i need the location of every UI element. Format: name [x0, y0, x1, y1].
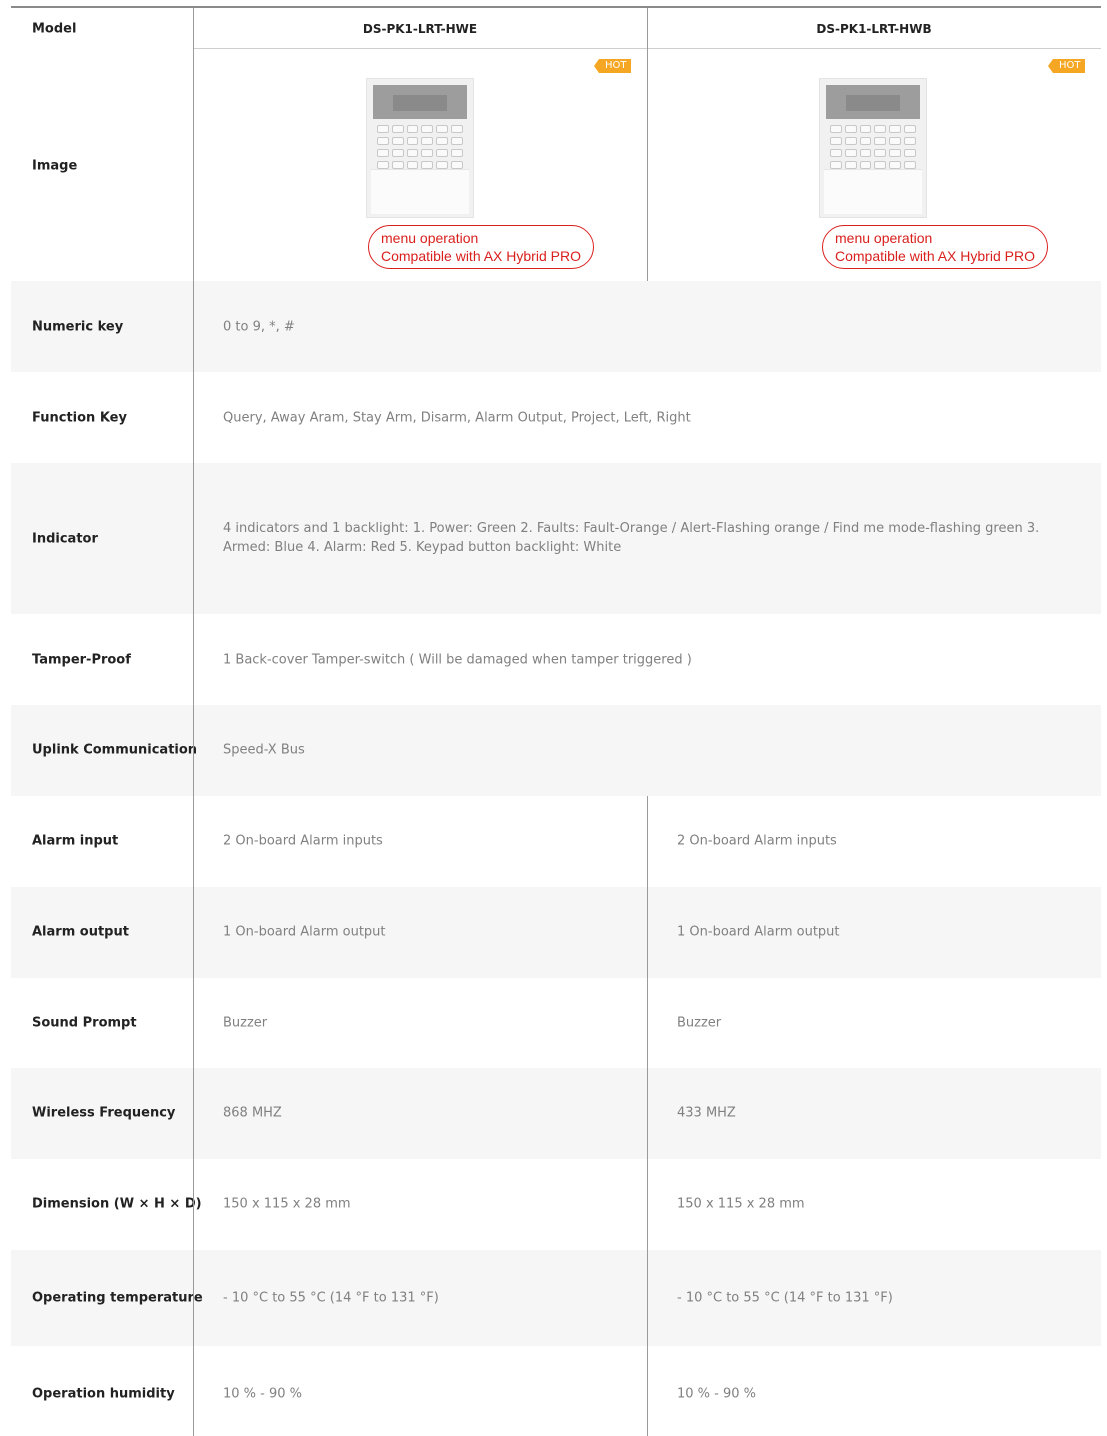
column-divider-label: [193, 8, 194, 1436]
model-name-1: DS-PK1-LRT-HWE: [362, 22, 478, 36]
feature-note-1: menu operation Compatible with AX Hybrid…: [368, 225, 594, 269]
spec-row-function-key: Function Key Query, Away Aram, Stay Arm,…: [11, 372, 1101, 463]
product-image-1[interactable]: [366, 78, 474, 218]
row-label: Sound Prompt: [32, 1015, 137, 1031]
row-label: Alarm input: [32, 833, 119, 849]
note-line: Compatible with AX Hybrid PRO: [381, 248, 581, 264]
note-line: menu operation: [381, 230, 479, 246]
row-value: 1 Back-cover Tamper-switch ( Will be dam…: [223, 652, 692, 668]
row-label: Indicator: [32, 531, 98, 547]
keypad-screen: [373, 85, 467, 119]
row-value-1: 10 % - 90 %: [223, 1386, 303, 1402]
row-label: Operating temperature: [32, 1290, 203, 1306]
row-label: Function Key: [32, 410, 127, 426]
spec-row-wireless-frequency: Wireless Frequency 868 MHZ 433 MHZ: [11, 1068, 1101, 1159]
hot-badge-2: HOT: [1048, 59, 1085, 73]
row-value: Speed-X Bus: [223, 742, 305, 758]
keypad-cover: [824, 169, 922, 214]
spec-row-indicator: Indicator 4 indicators and 1 backlight: …: [11, 463, 1101, 614]
spec-row-operation-humidity: Operation humidity 10 % - 90 % 10 % - 90…: [11, 1346, 1101, 1436]
spec-row-alarm-output: Alarm output 1 On-board Alarm output 1 O…: [11, 887, 1101, 978]
row-value-2: - 10 °C to 55 °C (14 °F to 131 °F): [677, 1290, 893, 1306]
row-label: Numeric key: [32, 319, 124, 335]
spec-row-numeric-key: Numeric key 0 to 9, *, #: [11, 281, 1101, 372]
row-label: Uplink Communication: [32, 742, 198, 758]
row-value-1: 868 MHZ: [223, 1105, 282, 1121]
row-value-2: 1 On-board Alarm output: [677, 924, 840, 940]
product-image-2[interactable]: [819, 78, 927, 218]
feature-note-2: menu operation Compatible with AX Hybrid…: [822, 225, 1048, 269]
spec-row-tamper-proof: Tamper-Proof 1 Back-cover Tamper-switch …: [11, 614, 1101, 705]
spec-row-uplink-communication: Uplink Communication Speed-X Bus: [11, 705, 1101, 796]
row-label: Model: [32, 21, 77, 37]
spec-row-dimension: Dimension (W × H × D) 150 x 115 x 28 mm …: [11, 1159, 1101, 1250]
keypad-cover: [371, 169, 469, 214]
note-line: Compatible with AX Hybrid PRO: [835, 248, 1035, 264]
column-divider-models: [647, 796, 648, 1436]
keypad-keys: [830, 125, 916, 169]
spec-row-operating-temperature: Operating temperature - 10 °C to 55 °C (…: [11, 1250, 1101, 1346]
row-label: Operation humidity: [32, 1386, 175, 1402]
row-label: Alarm output: [32, 924, 129, 940]
hot-badge-1: HOT: [594, 59, 631, 73]
note-line: menu operation: [835, 230, 933, 246]
row-label: Dimension (W × H × D): [32, 1196, 202, 1212]
row-value: 4 indicators and 1 backlight: 1. Power: …: [223, 521, 1040, 555]
header-row: Model DS-PK1-LRT-HWE DS-PK1-LRT-HWB: [11, 8, 1101, 48]
row-value-2: 433 MHZ: [677, 1105, 736, 1121]
row-value: 0 to 9, *, #: [223, 319, 295, 335]
keypad-keys: [377, 125, 463, 169]
row-value-1: 150 x 115 x 28 mm: [223, 1196, 351, 1212]
row-label: Image: [32, 158, 78, 174]
row-value-1: - 10 °C to 55 °C (14 °F to 131 °F): [223, 1290, 439, 1306]
model-name-2: DS-PK1-LRT-HWB: [816, 22, 932, 36]
spec-row-alarm-input: Alarm input 2 On-board Alarm inputs 2 On…: [11, 796, 1101, 887]
row-value-2: 10 % - 90 %: [677, 1386, 757, 1402]
keypad-screen: [826, 85, 920, 119]
row-value-1: Buzzer: [223, 1015, 268, 1031]
row-value-2: 2 On-board Alarm inputs: [677, 833, 837, 849]
row-value-1: 2 On-board Alarm inputs: [223, 833, 383, 849]
row-value-1: 1 On-board Alarm output: [223, 924, 386, 940]
column-divider-models: [647, 8, 648, 281]
row-value-2: 150 x 115 x 28 mm: [677, 1196, 805, 1212]
spec-row-sound-prompt: Sound Prompt Buzzer Buzzer: [11, 978, 1101, 1068]
row-label: Tamper-Proof: [32, 652, 131, 668]
row-value-2: Buzzer: [677, 1015, 722, 1031]
image-row: Image HOT menu operation Compatible with…: [11, 48, 1101, 281]
row-label: Wireless Frequency: [32, 1105, 176, 1121]
row-value: Query, Away Aram, Stay Arm, Disarm, Alar…: [223, 410, 691, 426]
